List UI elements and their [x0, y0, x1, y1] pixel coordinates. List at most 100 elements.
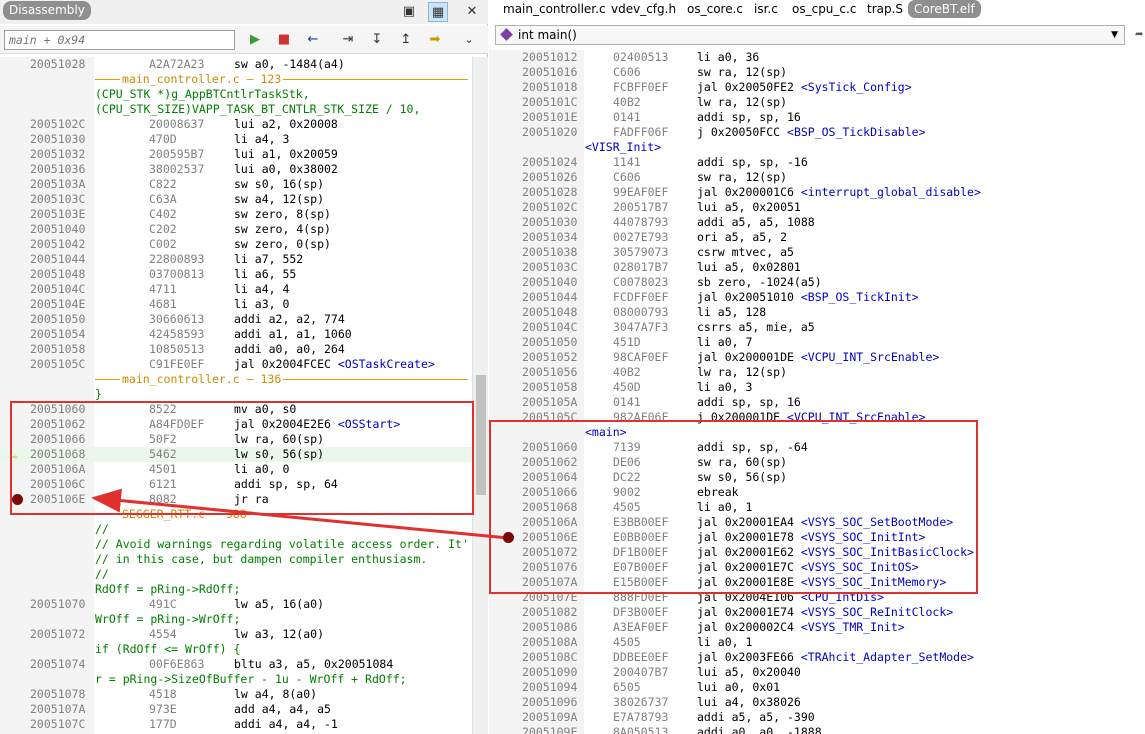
source-line[interactable]: // in this case, but dampen compiler ent…: [0, 552, 472, 567]
disasm-row[interactable]: 2005103A C822 sw s0, 16(sp): [0, 177, 472, 192]
disasm-row[interactable]: 20051072 4554 lw a3, 12(a0): [0, 627, 472, 642]
symbol-link[interactable]: <VSYS_SOC_ReInitClock>: [801, 605, 953, 619]
disasm-row[interactable]: 2005107C 177D addi a4, a4, -1: [0, 717, 472, 732]
symbol-link[interactable]: <VCPU_INT_SrcEnable>: [787, 410, 925, 424]
tab-corebt-elf[interactable]: CoreBT.elf: [908, 0, 981, 18]
elf-disasm-row[interactable]: 20051072 DF1B00EF jal 0x20001E62 <VSYS_SOC…: [489, 545, 1145, 560]
left-scrollbar[interactable]: [472, 57, 488, 734]
elf-disasm-row[interactable]: 20051052 98CAF0EF jal 0x200001DE <VCPU_INT…: [489, 350, 1145, 365]
elf-disasm-row[interactable]: 20051076 E07B00EF jal 0x20001E7C <VSYS_SOC…: [489, 560, 1145, 575]
elf-disasm-row[interactable]: 2005104C 3047A7F3 csrrs a5, mie, a5: [489, 320, 1145, 335]
symbol-link[interactable]: <VSYS_SOC_InitMemory>: [801, 575, 946, 589]
step-out-icon[interactable]: ↥: [396, 31, 416, 49]
step-over-icon[interactable]: ⇥: [338, 31, 358, 49]
left-scrollbar-thumb[interactable]: [476, 375, 486, 495]
function-label[interactable]: <VISR_Init>: [489, 140, 1145, 155]
elf-disasm-row[interactable]: 2005107A E15B00EF jal 0x20001E8E <VSYS_SOC…: [489, 575, 1145, 590]
source-separator[interactable]: main_controller.c — 136: [0, 372, 472, 387]
disasm-row[interactable]: 20051054 42458593 addi a1, a1, 1060: [0, 327, 472, 342]
disasm-row[interactable]: 20051036 38002537 lui a0, 0x38002: [0, 162, 472, 177]
run-to-cursor-icon[interactable]: ➡: [425, 31, 445, 49]
tab-isr-c[interactable]: isr.c: [748, 0, 784, 18]
elf-disasm-row[interactable]: 20051056 40B2 lw ra, 12(sp): [489, 365, 1145, 380]
function-selector[interactable]: int main() ▼: [495, 25, 1125, 45]
disasm-row[interactable]: 20051030 470D li a4, 3: [0, 132, 472, 147]
source-line[interactable]: // Avoid warnings regarding volatile acc…: [0, 537, 472, 552]
tab-os-cpu-c-c[interactable]: os_cpu_c.c: [786, 0, 862, 18]
symbol-link[interactable]: <VSYS_SOC_InitInt>: [801, 530, 926, 544]
elf-disasm-row[interactable]: 20051034 0027E793 ori a5, a5, 2: [489, 230, 1145, 245]
breakpoint-icon[interactable]: [503, 532, 514, 543]
symbol-link[interactable]: <VSYS_TMR_Init>: [801, 620, 905, 634]
source-line[interactable]: (CPU_STK *)g_AppBTCntlrTaskStk,: [0, 87, 472, 102]
elf-disasm-row[interactable]: 2005108A 4505 li a0, 1: [489, 635, 1145, 650]
symbol-link[interactable]: <BSP_OS_TickDisable>: [787, 125, 925, 139]
elf-disasm-row[interactable]: 20051066 9002 ebreak: [489, 485, 1145, 500]
elf-disasm-row[interactable]: 20051060 7139 addi sp, sp, -64: [489, 440, 1145, 455]
disasm-row[interactable]: 2005105C C91FE0EF jal 0x2004FCEC <OSTaskCr…: [0, 357, 472, 372]
symbol-link[interactable]: <VCPU_INT_SrcEnable>: [801, 350, 939, 364]
elf-disasm-row[interactable]: 2005103C 028017B7 lui a5, 0x02801: [489, 260, 1145, 275]
disasm-row[interactable]: 2005104E 4681 li a3, 0: [0, 297, 472, 312]
elf-disasm-row[interactable]: 2005102C 200517B7 lui a5, 0x20051: [489, 200, 1145, 215]
elf-disasm-row[interactable]: 20051016 C606 sw ra, 12(sp): [489, 65, 1145, 80]
elf-disasm-row[interactable]: 20051090 200407B7 lui a5, 0x20040: [489, 665, 1145, 680]
pin-icon[interactable]: ➦: [1135, 29, 1143, 40]
breakpoint-icon[interactable]: [12, 494, 23, 505]
elf-disasm-row[interactable]: 20051020 FADFF06F j 0x20050FCC <BSP_OS_Tic…: [489, 125, 1145, 140]
symbol-link[interactable]: <SysTick_Config>: [801, 80, 912, 94]
run-icon[interactable]: ▶: [245, 31, 265, 49]
elf-disasm-row[interactable]: 2005109E 8A050513 addi a0, a0, -1888: [489, 725, 1145, 734]
elf-disasm-row[interactable]: 20051096 38026737 lui a4, 0x38026: [489, 695, 1145, 710]
disasm-row[interactable]: 20051066 50F2 lw ra, 60(sp): [0, 432, 472, 447]
elf-disasm-row[interactable]: 2005106A E3BB00EF jal 0x20001EA4 <VSYS_SOC…: [489, 515, 1145, 530]
disasm-row[interactable]: 2005102C 20008637 lui a2, 0x20008: [0, 117, 472, 132]
elf-disasm-row[interactable]: 20051050 451D li a0, 7: [489, 335, 1145, 350]
symbol-link[interactable]: <TRAhcit_Adapter_SetMode>: [801, 650, 974, 664]
elf-disasm-row[interactable]: 2005108C DDBEE0EF jal 0x2003FE66 <TRAhcit_…: [489, 650, 1145, 665]
elf-disasm-row[interactable]: 20051058 450D li a0, 3: [489, 380, 1145, 395]
tab-vdev-cfg-h[interactable]: vdev_cfg.h: [605, 0, 682, 18]
disasm-row[interactable]: 2005104C 4711 li a4, 4: [0, 282, 472, 297]
source-line[interactable]: RdOff = pRing->RdOff;: [0, 582, 472, 597]
symbol-link[interactable]: <OSTaskCreate>: [338, 357, 435, 371]
elf-disasm-row[interactable]: 20051018 FCBFF0EF jal 0x20050FE2 <SysTick_…: [489, 80, 1145, 95]
source-separator[interactable]: main_controller.c — 123: [0, 72, 472, 87]
disasm-row[interactable]: 20051048 03700813 li a6, 55: [0, 267, 472, 282]
elf-disasm-row[interactable]: 20051044 FCDFF0EF jal 0x20051010 <BSP_OS_T…: [489, 290, 1145, 305]
elf-disasm-row[interactable]: 2005101E 0141 addi sp, sp, 16: [489, 110, 1145, 125]
source-line[interactable]: WrOff = pRing->WrOff;: [0, 612, 472, 627]
disasm-row[interactable]: 20051070 491C lw a5, 16(a0): [0, 597, 472, 612]
window-layout-icon[interactable]: ▣: [399, 2, 419, 22]
disasm-row[interactable]: 20051078 4518 lw a4, 8(a0): [0, 687, 472, 702]
source-line[interactable]: //: [0, 522, 472, 537]
tab-os-core-c[interactable]: os_core.c: [681, 0, 749, 18]
symbol-link[interactable]: <VSYS_SOC_InitBasicClock>: [801, 545, 974, 559]
source-line[interactable]: //: [0, 567, 472, 582]
source-separator[interactable]: SEGGER_RTT.c — 388: [0, 507, 472, 522]
source-line[interactable]: if (RdOff <= WrOff) {: [0, 642, 472, 657]
source-line[interactable]: (CPU_STK_SIZE)VAPP_TASK_BT_CNTLR_STK_SIZ…: [0, 102, 472, 117]
symbol-link[interactable]: <VSYS_SOC_InitOS>: [801, 560, 919, 574]
elf-disasm-row[interactable]: 20051094 6505 lui a0, 0x01: [489, 680, 1145, 695]
elf-disasm-row[interactable]: 2005105A 0141 addi sp, sp, 16: [489, 395, 1145, 410]
elf-disasm-row[interactable]: 20051068 4505 li a0, 1: [489, 500, 1145, 515]
disasm-row[interactable]: 20051058 10850513 addi a0, a0, 264: [0, 342, 472, 357]
disasm-row[interactable]: 2005106A 4501 li a0, 0: [0, 462, 472, 477]
disasm-row[interactable]: 20051044 22800893 li a7, 552: [0, 252, 472, 267]
disasm-row[interactable]: 20051042 C002 sw zero, 0(sp): [0, 237, 472, 252]
elf-disasm-row[interactable]: 20051048 08000793 li a5, 128: [489, 305, 1145, 320]
step-into-icon[interactable]: ↧: [367, 31, 387, 49]
elf-disasm-row[interactable]: 2005106E E0BB00EF jal 0x20001E78 <VSYS_SOC…: [489, 530, 1145, 545]
elf-disasm-row[interactable]: 2005105C 982AF06F j 0x200001DE <VCPU_INT_S…: [489, 410, 1145, 425]
symbol-link[interactable]: <interrupt_global_disable>: [801, 185, 981, 199]
elf-disasm-row[interactable]: 20051064 DC22 sw s0, 56(sp): [489, 470, 1145, 485]
close-icon[interactable]: ✕: [462, 2, 482, 22]
disasm-row[interactable]: 2005106C 6121 addi sp, sp, 64: [0, 477, 472, 492]
stop-icon[interactable]: ■: [274, 31, 294, 49]
elf-disasm-row[interactable]: 20051062 DE06 sw ra, 60(sp): [489, 455, 1145, 470]
back-icon[interactable]: ←: [303, 31, 323, 49]
mixed-mode-icon[interactable]: ▦: [428, 2, 448, 22]
dropdown-arrow-icon[interactable]: ▼: [1111, 26, 1118, 44]
disasm-row[interactable]: 20051032 200595B7 lui a1, 0x20059: [0, 147, 472, 162]
